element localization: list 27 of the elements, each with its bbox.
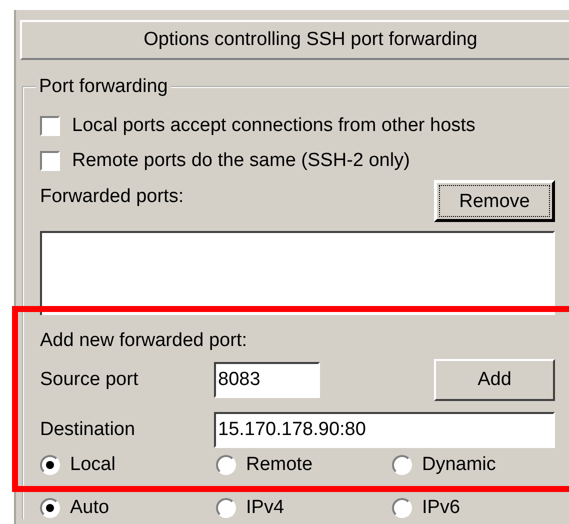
radio-option[interactable]: IPv4	[216, 497, 392, 519]
source-port-label: Source port	[40, 369, 140, 391]
section-header: Options controlling SSH port forwarding	[20, 20, 569, 60]
checkbox-option[interactable]: Local ports accept connections from other hosts	[40, 108, 569, 143]
radio-button[interactable]	[392, 498, 412, 518]
remove-button[interactable]: Remove	[434, 180, 555, 222]
radio-button[interactable]	[40, 455, 60, 475]
radio-button[interactable]	[392, 455, 412, 475]
add-port-label: Add new forwarded port:	[40, 329, 248, 353]
source-port-field[interactable]: 8083	[214, 362, 320, 398]
destination-field[interactable]: 15.170.178.90:80	[214, 412, 555, 448]
radio-button[interactable]	[216, 498, 236, 518]
forwarded-ports-list[interactable]	[40, 231, 555, 315]
radio-button[interactable]	[40, 498, 60, 518]
radio-option[interactable]: Auto	[40, 497, 216, 519]
radio-option[interactable]: IPv6	[392, 497, 568, 519]
forwarded-ports-label: Forwarded ports:	[40, 186, 184, 208]
radio-option[interactable]: Dynamic	[392, 454, 568, 476]
checkbox-option[interactable]: Remote ports do the same (SSH-2 only)	[40, 143, 569, 178]
group-legend: Port forwarding	[36, 75, 171, 99]
radio-option[interactable]: Remote	[216, 454, 392, 476]
checkbox[interactable]	[40, 150, 60, 170]
destination-label: Destination	[40, 419, 136, 441]
add-button[interactable]: Add	[434, 359, 555, 401]
radio-option[interactable]: Local	[40, 454, 216, 476]
radio-button[interactable]	[216, 455, 236, 475]
checkbox[interactable]	[40, 116, 60, 136]
